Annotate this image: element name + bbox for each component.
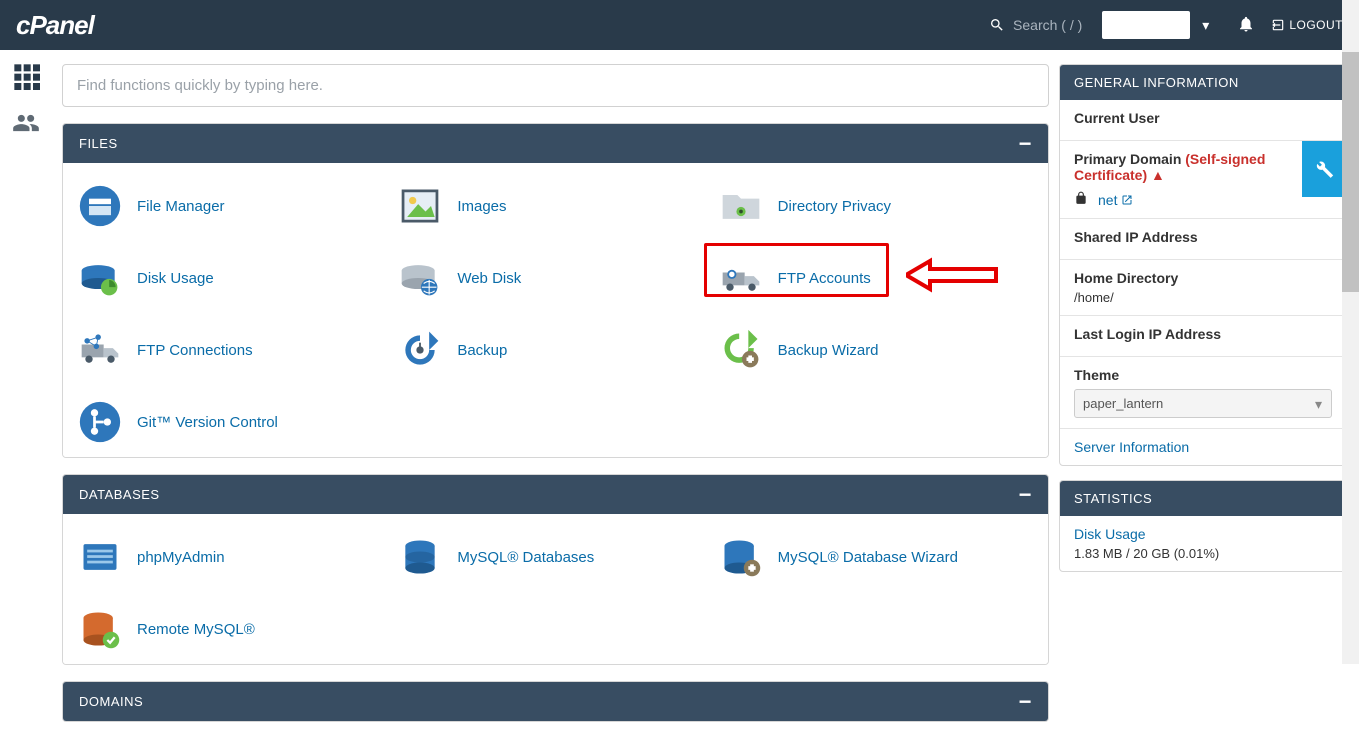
- logout-button[interactable]: LOGOUT: [1271, 18, 1343, 32]
- annotation-highlight: [704, 243, 889, 297]
- wrench-button[interactable]: [1302, 141, 1346, 197]
- folder-eye-icon: [718, 183, 764, 229]
- remote-mysql-icon: [77, 606, 123, 652]
- server-info-row[interactable]: Server Information: [1060, 429, 1346, 465]
- ftp-connections-icon: [77, 327, 123, 373]
- web-disk-item[interactable]: Web Disk: [395, 251, 715, 305]
- images-item[interactable]: Images: [395, 179, 715, 233]
- images-icon: [397, 183, 443, 229]
- backup-wizard-item[interactable]: Backup Wizard: [716, 323, 1036, 377]
- sidenav-users[interactable]: [12, 109, 40, 140]
- disk-usage-item[interactable]: Disk Usage: [75, 251, 395, 305]
- last-login-row: Last Login IP Address: [1060, 316, 1346, 357]
- bell-icon[interactable]: [1237, 15, 1255, 36]
- top-bar: cPanel Search ( / ) ▾ LOGOUT: [0, 0, 1359, 50]
- quick-search-input[interactable]: [62, 64, 1049, 107]
- caret-down-icon[interactable]: ▾: [1202, 17, 1209, 34]
- web-disk-icon: [397, 255, 443, 301]
- current-user-row: Current User: [1060, 100, 1346, 141]
- side-nav: [0, 50, 52, 732]
- warning-icon: ▲: [1151, 167, 1165, 183]
- user-area: ▾ LOGOUT: [1102, 11, 1343, 39]
- logo: cPanel: [16, 10, 94, 41]
- home-dir-row: Home Directory /home/: [1060, 260, 1346, 316]
- collapse-icon[interactable]: −: [1019, 697, 1032, 707]
- file-manager-item[interactable]: File Manager: [75, 179, 395, 233]
- database-wizard-icon: [718, 534, 764, 580]
- mysql-databases-item[interactable]: MySQL® Databases: [395, 530, 715, 584]
- backup-item[interactable]: Backup: [395, 323, 715, 377]
- collapse-icon[interactable]: −: [1019, 139, 1032, 149]
- collapse-icon[interactable]: −: [1019, 490, 1032, 500]
- databases-panel: DATABASES − phpMyAdmin MySQL® Databases …: [62, 474, 1049, 665]
- scrollbar-thumb[interactable]: [1342, 52, 1359, 292]
- database-icon: [397, 534, 443, 580]
- primary-domain-row: Primary Domain (Self-signed Certificate)…: [1060, 141, 1346, 219]
- files-panel-header[interactable]: FILES −: [63, 124, 1048, 163]
- databases-panel-header[interactable]: DATABASES −: [63, 475, 1048, 514]
- shared-ip-row: Shared IP Address: [1060, 219, 1346, 260]
- backup-wizard-icon: [718, 327, 764, 373]
- general-info-panel: GENERAL INFORMATION Current User Primary…: [1059, 64, 1347, 466]
- ftp-accounts-item[interactable]: FTP Accounts: [716, 251, 1036, 305]
- theme-row: Theme paper_lantern: [1060, 357, 1346, 429]
- main-content: FILES − File Manager Images Directory Pr…: [52, 50, 1059, 732]
- theme-select[interactable]: paper_lantern: [1074, 389, 1332, 418]
- general-info-header: GENERAL INFORMATION: [1060, 65, 1346, 100]
- directory-privacy-item[interactable]: Directory Privacy: [716, 179, 1036, 233]
- annotation-arrow-icon: [906, 255, 1006, 295]
- git-item[interactable]: Git™ Version Control: [75, 395, 395, 449]
- git-icon: [77, 399, 123, 445]
- phpmyadmin-item[interactable]: phpMyAdmin: [75, 530, 395, 584]
- files-panel: FILES − File Manager Images Directory Pr…: [62, 123, 1049, 458]
- mysql-wizard-item[interactable]: MySQL® Database Wizard: [716, 530, 1036, 584]
- remote-mysql-item[interactable]: Remote MySQL®: [75, 602, 395, 656]
- file-manager-icon: [77, 183, 123, 229]
- user-dropdown[interactable]: [1102, 11, 1190, 39]
- disk-usage-link[interactable]: Disk Usage: [1074, 526, 1332, 542]
- lock-icon: [1074, 191, 1088, 208]
- search-label: Search ( / ): [1013, 17, 1082, 33]
- sidenav-home[interactable]: [12, 62, 40, 93]
- backup-icon: [397, 327, 443, 373]
- disk-usage-stat-row: Disk Usage 1.83 MB / 20 GB (0.01%): [1060, 516, 1346, 571]
- disk-usage-icon: [77, 255, 123, 301]
- scrollbar[interactable]: [1342, 0, 1359, 664]
- statistics-header: STATISTICS: [1060, 481, 1346, 516]
- phpmyadmin-icon: [77, 534, 123, 580]
- logout-icon: [1271, 18, 1285, 32]
- domains-panel: DOMAINS −: [62, 681, 1049, 722]
- statistics-panel: STATISTICS Disk Usage 1.83 MB / 20 GB (0…: [1059, 480, 1347, 572]
- domain-link[interactable]: net: [1098, 192, 1133, 208]
- topbar-search[interactable]: Search ( / ): [989, 17, 1082, 33]
- ftp-connections-item[interactable]: FTP Connections: [75, 323, 395, 377]
- domains-panel-header[interactable]: DOMAINS −: [63, 682, 1048, 721]
- search-icon: [989, 17, 1005, 33]
- right-column: GENERAL INFORMATION Current User Primary…: [1059, 50, 1359, 732]
